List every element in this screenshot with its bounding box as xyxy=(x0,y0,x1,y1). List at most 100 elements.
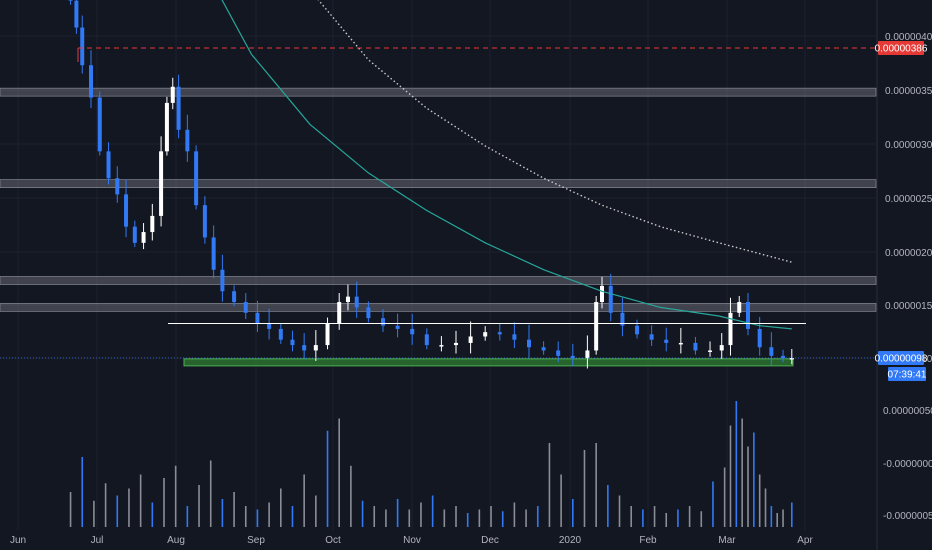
volume-bar xyxy=(93,500,95,527)
volume-bar xyxy=(729,425,732,527)
candle-body xyxy=(594,302,599,351)
candle-body xyxy=(290,339,295,346)
volume-bar xyxy=(455,506,457,527)
volume-bar xyxy=(256,509,259,527)
volume-bar xyxy=(758,474,761,527)
candle-body xyxy=(176,86,181,130)
candle-body xyxy=(789,358,794,360)
candle-body xyxy=(757,328,762,348)
volume-bar xyxy=(677,509,679,527)
candle-body xyxy=(541,347,546,351)
volume-bar xyxy=(642,509,644,527)
volume-bar xyxy=(338,418,340,527)
volume-bar xyxy=(280,488,282,527)
candle-body xyxy=(325,323,330,346)
candle-body xyxy=(170,86,175,103)
volume-bar xyxy=(385,509,387,527)
volume-bar xyxy=(268,502,270,527)
x-tick-label: Nov xyxy=(403,535,421,546)
volume-bar xyxy=(104,483,107,527)
volume-tick-label: 0.00000050 xyxy=(883,406,932,417)
candle-body xyxy=(608,285,613,313)
candle-body xyxy=(89,65,93,98)
x-tick-label: Sep xyxy=(247,535,265,546)
bar-countdown-label: 07:39:41 xyxy=(888,370,927,381)
volume-bar xyxy=(69,492,72,527)
candle-body xyxy=(194,151,199,206)
volume-bar xyxy=(665,513,668,527)
current-price-label: 0.00000098 xyxy=(875,354,928,365)
volume-bar xyxy=(198,485,200,527)
volume-bar xyxy=(741,418,743,527)
candle-body xyxy=(570,355,575,358)
volume-bar xyxy=(770,506,773,527)
volume-bar xyxy=(618,495,621,527)
candle-body xyxy=(141,232,146,243)
candle-body xyxy=(255,312,260,324)
volume-bar xyxy=(326,430,329,527)
candle-body xyxy=(354,296,359,308)
volume-bar xyxy=(536,506,539,527)
volume-bar xyxy=(501,511,504,527)
candle-body xyxy=(395,325,400,329)
candle-body xyxy=(220,269,225,292)
candle-body xyxy=(106,151,111,179)
volume-bar xyxy=(700,511,703,527)
candle-body xyxy=(68,0,73,1)
x-tick-label: Feb xyxy=(639,535,657,546)
candle-body xyxy=(585,350,590,358)
x-tick-label: Apr xyxy=(797,535,813,546)
candle-body xyxy=(164,102,169,152)
volume-tick-label: -0.00000000 xyxy=(883,459,932,470)
candle-body xyxy=(635,325,640,335)
volume-bar xyxy=(764,488,767,527)
candle-body xyxy=(345,296,350,303)
support-zone[interactable] xyxy=(183,358,794,367)
current-price-badge: 0.00000098 xyxy=(875,351,928,365)
candle-body xyxy=(769,347,774,356)
volume-bar xyxy=(151,502,154,527)
candle-body xyxy=(719,345,724,351)
volume-bar xyxy=(209,460,212,527)
candle-body xyxy=(439,345,444,347)
candle-body xyxy=(678,342,683,345)
volume-bar xyxy=(630,506,632,527)
volume-bar xyxy=(350,465,352,527)
volume-bar xyxy=(595,443,597,527)
volume-bar xyxy=(712,481,714,527)
candle-body xyxy=(381,318,385,326)
volume-bar xyxy=(776,513,778,527)
volume-bar xyxy=(420,502,422,527)
zone-band-3 xyxy=(0,303,877,312)
zone-band-2 xyxy=(0,276,877,285)
candle-body xyxy=(424,334,429,346)
candle-body xyxy=(302,345,307,351)
candle-body xyxy=(185,129,190,152)
candle-body xyxy=(512,334,517,340)
candle-body xyxy=(527,339,531,348)
candlestick-chart[interactable]: 0.000004000.000003500.000003000.00000250… xyxy=(0,0,932,550)
y-tick-label: 0.00000200 xyxy=(885,248,932,259)
zone-band-1 xyxy=(0,179,877,188)
candle-body xyxy=(115,178,120,195)
candle-body xyxy=(267,323,272,329)
candle-body xyxy=(728,312,733,346)
candle-body xyxy=(150,215,155,233)
y-tick-label: 0.00000250 xyxy=(885,194,932,205)
candle-body xyxy=(211,237,216,270)
volume-bar xyxy=(466,513,469,527)
volume-bar xyxy=(688,506,691,527)
candle-body xyxy=(243,302,248,313)
volume-bar xyxy=(116,495,119,527)
volume-bar xyxy=(560,474,562,527)
y-tick-label: 0.00000350 xyxy=(885,86,932,97)
zone-band-0 xyxy=(0,87,877,97)
candle-body xyxy=(159,151,164,216)
candle-body xyxy=(366,307,371,319)
volume-bar xyxy=(81,457,84,527)
x-tick-label: 2020 xyxy=(559,535,582,546)
bar-countdown-badge: 07:39:41 xyxy=(888,367,927,381)
volume-bar xyxy=(572,499,574,527)
y-tick-label: 0.00000300 xyxy=(885,140,932,151)
candle-body xyxy=(649,334,654,340)
